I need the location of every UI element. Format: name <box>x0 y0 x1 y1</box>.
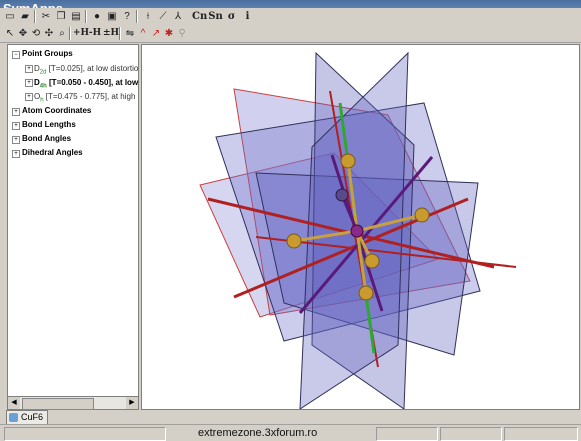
tree-button[interactable]: ⟊ <box>141 10 155 23</box>
status-cell <box>504 427 578 441</box>
sigma-button[interactable]: σ <box>224 10 239 23</box>
circle-icon: ● <box>93 11 101 22</box>
tree-item-atom-coordinates[interactable]: Atom Coordinates <box>22 105 91 116</box>
branch-button[interactable]: ⅄ <box>171 10 185 23</box>
atom-fluorine-bottom <box>358 285 374 301</box>
help-button[interactable]: ? <box>120 10 134 23</box>
clipboard-icon: ▤ <box>71 11 81 22</box>
sn-button[interactable]: Sn <box>208 10 223 23</box>
mirror-icon: ⇋ <box>125 28 135 39</box>
document-tab-bar: CuF6 <box>0 410 581 425</box>
cn-button[interactable]: Cn <box>192 10 207 23</box>
toolbar-separator <box>85 10 87 23</box>
bond-icon: ⟋ <box>159 11 167 22</box>
status-bar: extremezone.3xforum.ro <box>0 424 581 441</box>
move-cross-icon: ✥ <box>18 28 28 39</box>
tree-icon: ⟊ <box>146 11 150 22</box>
help-pointer-icon: ? <box>124 11 130 22</box>
record-button[interactable]: ● <box>90 10 104 23</box>
molecule-3d-view[interactable] <box>141 44 580 410</box>
structure-tree[interactable]: − Point Groups + D2d [T=0.025], at low d… <box>7 44 139 398</box>
expand-toggle-icon[interactable]: + <box>12 108 20 116</box>
select-button[interactable]: ↖ <box>3 27 17 40</box>
copy-icon: ❐ <box>56 11 66 22</box>
arrow-pointer-icon: ↖ <box>5 28 15 39</box>
branch-icon: ⅄ <box>174 11 182 22</box>
tree-horizontal-scrollbar[interactable]: ◀ ▶ <box>7 396 139 410</box>
rotate-z-button[interactable]: ✣ <box>42 27 56 40</box>
copy-button[interactable]: ❐ <box>54 10 68 23</box>
inversion-button[interactable]: i <box>240 10 255 23</box>
atom-fluorine-right <box>414 207 430 223</box>
atom-fluorine-top <box>340 153 356 169</box>
main-toolbar: ▭ ▰ ✂ ❐ ▤ ● ▣? ⟊ ⟋ ⅄ Cn Sn σ i <box>0 8 581 27</box>
scroll-left-icon[interactable]: ◀ <box>8 397 20 409</box>
pin-red-button[interactable]: ↗ <box>149 27 163 40</box>
tools-toolbar: ↖ ✥ ⟲ ✣ ⌕ +H -H ±H ⇋ ^ ↗ ✱ ⚲ <box>0 26 581 43</box>
status-cell <box>4 427 166 441</box>
grey-tool-icon: ⚲ <box>178 28 186 39</box>
red-marker-icon: ✱ <box>164 28 174 39</box>
open-button[interactable]: ▰ <box>18 10 32 23</box>
arrow-red-button[interactable]: ^ <box>136 27 150 40</box>
expand-toggle-icon[interactable]: + <box>12 122 20 130</box>
red-arrow-icon: ^ <box>140 28 146 39</box>
new-doc-icon: ▭ <box>5 11 15 22</box>
zoom-button[interactable]: ⌕ <box>55 27 69 40</box>
tree-item-point-groups[interactable]: Point Groups <box>22 48 73 59</box>
remove-h-button[interactable]: -H <box>88 27 102 40</box>
tree-item-bond-lengths[interactable]: Bond Lengths <box>22 119 76 130</box>
paste-button[interactable]: ▤ <box>69 10 83 23</box>
scroll-right-icon[interactable]: ▶ <box>126 397 138 409</box>
toggle-h-button[interactable]: ±H <box>103 27 119 40</box>
expand-toggle-icon[interactable]: + <box>25 65 33 73</box>
scroll-thumb[interactable] <box>22 398 94 410</box>
tree-item-dihedral-angles[interactable]: Dihedral Angles <box>22 147 83 158</box>
rotate-button[interactable]: ⟲ <box>29 27 43 40</box>
collapse-toggle-icon[interactable]: − <box>12 51 20 59</box>
magnifier-icon: ⌕ <box>59 28 65 39</box>
disabled-button[interactable]: ⚲ <box>175 27 189 40</box>
red-pin-icon: ↗ <box>151 28 161 39</box>
toolbar-separator <box>136 10 138 23</box>
molecule-canvas[interactable] <box>142 45 579 410</box>
scissors-icon: ✂ <box>41 11 51 22</box>
expand-toggle-icon[interactable]: + <box>12 136 20 144</box>
window-button[interactable]: ▣ <box>105 10 119 23</box>
mirror-button[interactable]: ⇋ <box>123 27 137 40</box>
folder-open-icon: ▰ <box>21 11 29 22</box>
add-h-button[interactable]: +H <box>73 27 89 40</box>
marker-red-button[interactable]: ✱ <box>162 27 176 40</box>
atom-copper-center <box>350 224 364 238</box>
rotate-z-icon: ✣ <box>44 28 54 39</box>
expand-toggle-icon[interactable]: + <box>12 150 20 158</box>
bond-button[interactable]: ⟋ <box>156 10 170 23</box>
toolbar-separator <box>69 27 71 40</box>
atom-fluorine-front <box>364 253 380 269</box>
atom-fluorine-back <box>335 188 349 202</box>
watermark-text: extremezone.3xforum.ro <box>198 427 318 439</box>
atom-fluorine-left <box>286 233 302 249</box>
rotate-icon: ⟲ <box>31 28 41 39</box>
status-cell <box>376 427 438 441</box>
expand-toggle-icon[interactable]: + <box>25 93 33 101</box>
expand-toggle-icon[interactable]: + <box>25 79 33 87</box>
molecule-doc-icon <box>9 413 18 422</box>
tab-cuf6[interactable]: CuF6 <box>6 410 49 425</box>
window-icon: ▣ <box>107 11 117 22</box>
new-file-button[interactable]: ▭ <box>3 10 17 23</box>
tree-item-bond-angles[interactable]: Bond Angles <box>22 133 71 144</box>
move-button[interactable]: ✥ <box>16 27 30 40</box>
toolbar-separator <box>119 27 121 40</box>
cut-button[interactable]: ✂ <box>39 10 53 23</box>
toolbar-separator <box>34 10 36 23</box>
status-cell <box>440 427 502 441</box>
